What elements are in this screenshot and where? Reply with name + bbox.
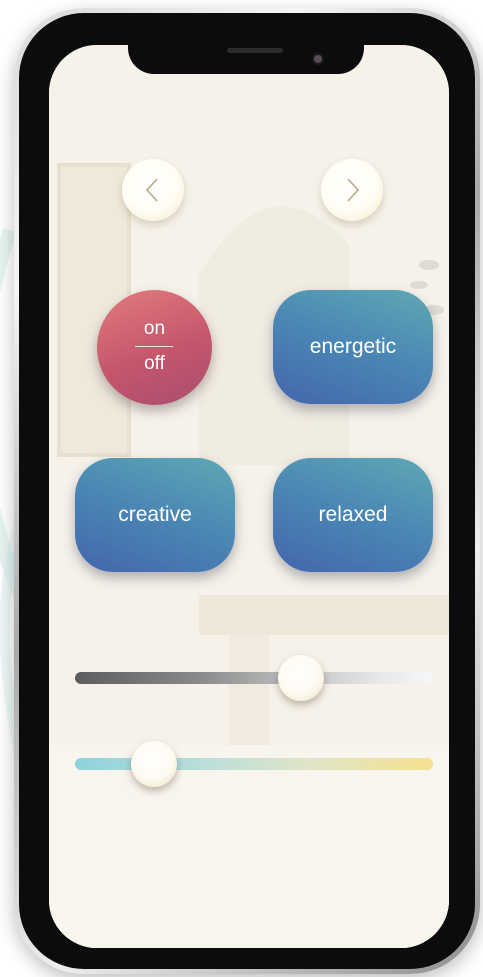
- relaxed-mode-button[interactable]: relaxed: [273, 458, 433, 572]
- creative-mode-button[interactable]: creative: [75, 458, 235, 572]
- creative-label: creative: [118, 503, 192, 526]
- next-button[interactable]: [321, 159, 383, 221]
- color-temperature-slider-thumb[interactable]: [130, 741, 177, 787]
- previous-button[interactable]: [122, 159, 184, 221]
- chevron-right-icon: [347, 178, 360, 202]
- app-mockup: on off energetic creative relaxed: [0, 0, 483, 977]
- chevron-left-icon: [145, 178, 158, 202]
- relaxed-label: relaxed: [318, 503, 388, 526]
- brightness-slider-thumb[interactable]: [277, 655, 324, 701]
- energetic-mode-button[interactable]: energetic: [273, 290, 433, 404]
- power-on-label: on: [143, 318, 166, 339]
- power-divider: [135, 346, 173, 347]
- power-toggle-button[interactable]: on off: [97, 290, 212, 405]
- color-temperature-slider-track[interactable]: [75, 758, 433, 770]
- energetic-label: energetic: [309, 335, 397, 358]
- power-off-label: off: [144, 353, 165, 374]
- brightness-slider-track[interactable]: [75, 672, 433, 684]
- front-camera: [314, 55, 322, 63]
- speaker-grille: [227, 48, 283, 53]
